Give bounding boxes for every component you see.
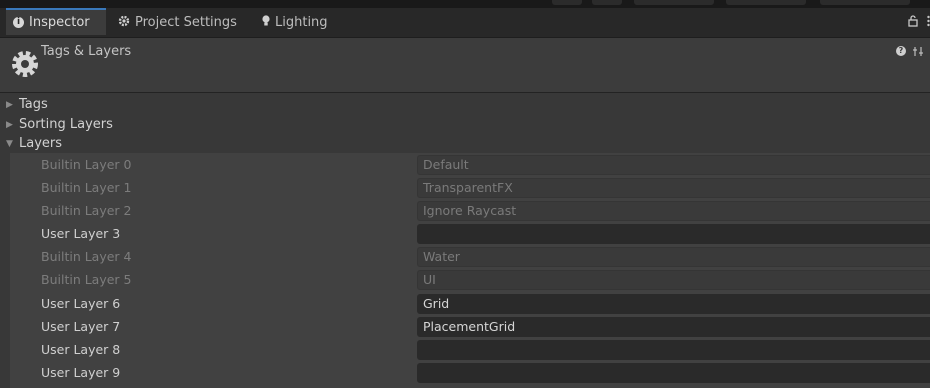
gear-icon	[9, 48, 41, 80]
toolbar-block	[634, 0, 714, 5]
layer-row: User Layer 3	[10, 223, 930, 246]
layer-row: Builtin Layer 1 TransparentFX	[10, 177, 930, 200]
layer-row: User Layer 6 Grid	[10, 293, 930, 316]
header-right-icons: ?	[896, 46, 924, 60]
layer-row: User Layer 7 PlacementGrid	[10, 316, 930, 339]
layer-label: Builtin Layer 0	[41, 157, 132, 172]
collapsed-arrow-icon: ▶	[6, 119, 13, 130]
layer-row: Builtin Layer 4 Water	[10, 246, 930, 269]
toolbar-block	[726, 0, 806, 5]
tab-inspector[interactable]: i Inspector	[6, 8, 106, 35]
section-layers[interactable]: ▼ Layers	[6, 134, 62, 153]
layers-list: Builtin Layer 0 Default Builtin Layer 1 …	[10, 153, 930, 388]
inspector-header: Tags & Layers ?	[0, 38, 930, 93]
layer-name-field[interactable]: Grid	[417, 294, 930, 314]
layer-name-field[interactable]: PlacementGrid	[417, 317, 930, 337]
toolbar-block	[552, 0, 582, 5]
layer-label: Builtin Layer 2	[41, 203, 132, 218]
tab-project-settings[interactable]: Project Settings	[118, 8, 237, 37]
layer-name-field[interactable]	[417, 340, 930, 360]
layer-label: User Layer 9	[41, 365, 121, 380]
info-icon: i	[13, 17, 24, 28]
section-sorting-layers[interactable]: ▶ Sorting Layers	[6, 115, 113, 134]
expanded-arrow-icon: ▼	[6, 138, 13, 149]
layer-name-field: Ignore Raycast	[417, 201, 930, 221]
layer-row: Builtin Layer 0 Default	[10, 154, 930, 177]
layer-row: Builtin Layer 5 UI	[10, 269, 930, 292]
section-tags[interactable]: ▶ Tags	[6, 95, 48, 114]
layer-row: User Layer 8	[10, 339, 930, 362]
layer-name-field: Default	[417, 155, 930, 175]
layer-name-field: TransparentFX	[417, 178, 930, 198]
layer-label: Builtin Layer 4	[41, 249, 132, 264]
help-icon[interactable]: ?	[896, 46, 906, 56]
layer-label: User Layer 3	[41, 226, 121, 241]
layer-row: User Layer 9	[10, 362, 930, 385]
window-top-strip	[0, 0, 930, 8]
layer-name-field[interactable]	[417, 363, 930, 383]
section-label: Tags	[19, 97, 48, 112]
layer-name-field: Water	[417, 247, 930, 267]
inspector-title: Tags & Layers	[41, 44, 132, 59]
tab-lighting[interactable]: Lighting	[262, 8, 328, 37]
layer-label: Builtin Layer 1	[41, 180, 132, 195]
tab-bar: i Inspector Project Settings Lighting	[0, 8, 930, 38]
layer-label: Builtin Layer 5	[41, 272, 132, 287]
toolbar-block	[592, 0, 622, 5]
lightbulb-icon	[262, 14, 270, 31]
layer-label: User Layer 7	[41, 319, 121, 334]
tab-label: Inspector	[29, 15, 90, 30]
section-label: Layers	[19, 136, 63, 151]
layer-label: User Layer 8	[41, 342, 121, 357]
layer-row: Builtin Layer 2 Ignore Raycast	[10, 200, 930, 223]
gear-icon	[118, 15, 130, 31]
layer-name-field: UI	[417, 270, 930, 290]
layer-name-field[interactable]	[417, 224, 930, 244]
tab-label: Lighting	[275, 15, 328, 30]
section-label: Sorting Layers	[19, 117, 113, 132]
tabbar-right-controls	[908, 8, 930, 37]
presets-icon[interactable]	[912, 46, 924, 60]
lock-icon[interactable]	[908, 14, 918, 31]
layer-label: User Layer 6	[41, 296, 121, 311]
toolbar-block	[820, 0, 910, 5]
collapsed-arrow-icon: ▶	[6, 99, 13, 110]
tab-label: Project Settings	[135, 15, 237, 30]
